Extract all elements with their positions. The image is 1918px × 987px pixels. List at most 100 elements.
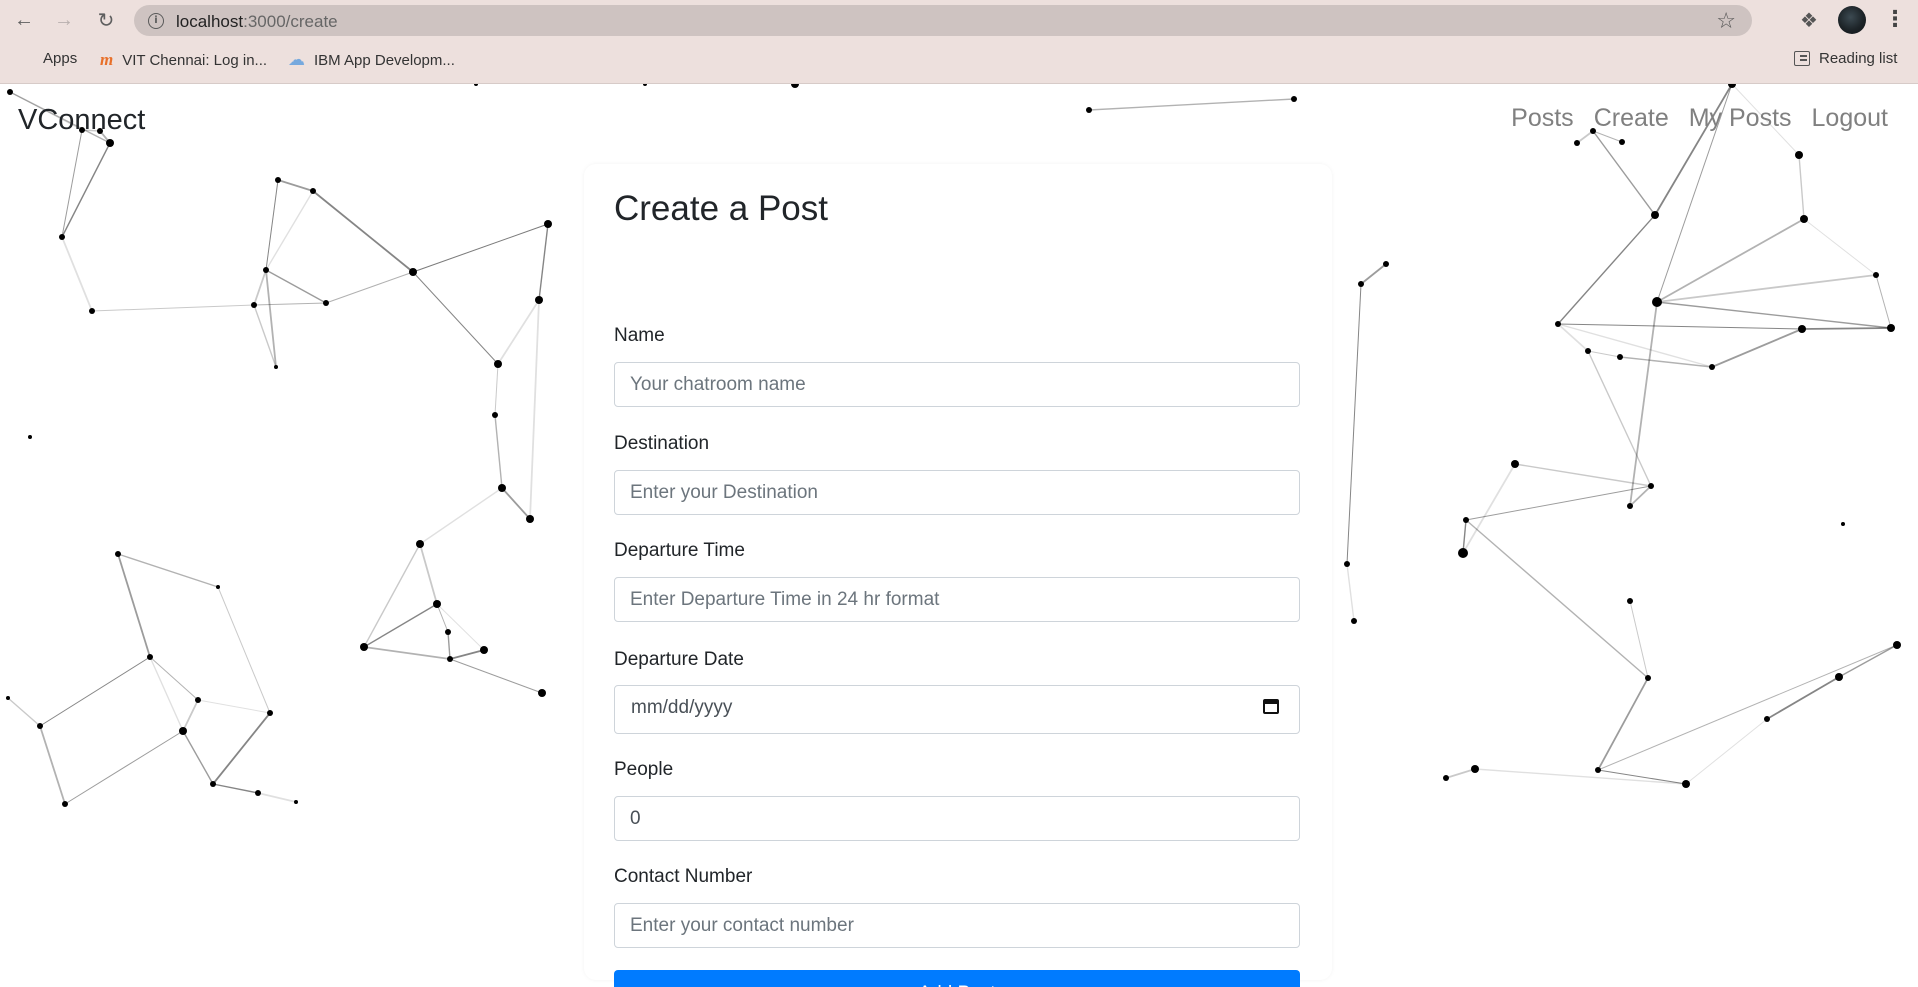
network-node bbox=[115, 551, 121, 557]
network-line bbox=[529, 299, 540, 520]
departure-time-input[interactable] bbox=[614, 577, 1300, 622]
network-line bbox=[1597, 769, 1687, 785]
network-line bbox=[419, 487, 503, 545]
network-node bbox=[294, 800, 298, 804]
forward-icon[interactable]: → bbox=[52, 8, 76, 32]
bookmark-star-icon[interactable]: ☆ bbox=[1716, 8, 1736, 34]
network-node bbox=[195, 697, 201, 703]
network-line bbox=[363, 543, 421, 648]
nav-posts[interactable]: Posts bbox=[1511, 104, 1574, 133]
network-node bbox=[1627, 503, 1633, 509]
page-content: VConnect Posts Create My Posts Logout Cr… bbox=[0, 84, 1918, 987]
url-text[interactable]: localhost:3000/create bbox=[176, 12, 338, 32]
network-node bbox=[1344, 561, 1350, 567]
site-info-icon[interactable]: i bbox=[148, 13, 164, 29]
network-line bbox=[1619, 356, 1713, 368]
network-node bbox=[498, 484, 506, 492]
network-line bbox=[1711, 328, 1803, 368]
network-node bbox=[210, 781, 216, 787]
network-line bbox=[149, 656, 199, 701]
brand-logo[interactable]: VConnect bbox=[18, 104, 145, 137]
network-node bbox=[1648, 483, 1654, 489]
network-node bbox=[447, 656, 453, 662]
contact-label: Contact Number bbox=[614, 866, 753, 887]
network-line bbox=[494, 414, 503, 489]
network-line bbox=[91, 304, 255, 312]
departure-date-input[interactable]: mm/dd/yyyy bbox=[614, 685, 1300, 734]
calendar-icon[interactable] bbox=[1263, 699, 1279, 714]
network-line bbox=[1346, 283, 1362, 565]
network-node bbox=[1383, 261, 1389, 267]
nav-logout[interactable]: Logout bbox=[1812, 104, 1888, 133]
network-node bbox=[275, 177, 281, 183]
extensions-puzzle-icon[interactable]: ❖ bbox=[1800, 8, 1818, 33]
network-node bbox=[535, 296, 543, 304]
network-node bbox=[360, 643, 368, 651]
network-line bbox=[1474, 768, 1687, 785]
network-node bbox=[494, 360, 502, 368]
network-line bbox=[253, 269, 267, 306]
network-node bbox=[216, 585, 220, 589]
network-line bbox=[253, 302, 327, 306]
network-line bbox=[1514, 463, 1652, 487]
network-line bbox=[419, 543, 438, 605]
nav-my-posts[interactable]: My Posts bbox=[1689, 104, 1792, 133]
network-line bbox=[449, 658, 543, 694]
destination-input[interactable] bbox=[614, 470, 1300, 515]
network-line bbox=[497, 299, 540, 365]
network-node bbox=[37, 723, 43, 729]
back-icon[interactable]: ← bbox=[12, 8, 36, 32]
network-node bbox=[1619, 139, 1625, 145]
people-input[interactable] bbox=[614, 796, 1300, 841]
network-node bbox=[1835, 673, 1843, 681]
network-line bbox=[1629, 301, 1658, 507]
network-node bbox=[62, 801, 68, 807]
network-node bbox=[1873, 272, 1879, 278]
nav-create[interactable]: Create bbox=[1594, 104, 1669, 133]
network-line bbox=[363, 646, 451, 660]
network-line bbox=[538, 223, 549, 301]
network-node bbox=[179, 727, 187, 735]
name-input[interactable] bbox=[614, 362, 1300, 407]
network-line bbox=[182, 699, 199, 732]
network-node bbox=[1595, 767, 1601, 773]
network-line bbox=[61, 129, 83, 238]
more-menu-icon[interactable]: ⋮ bbox=[1884, 6, 1906, 32]
browser-toolbar: ← → ↻ i localhost:3000/create ☆ ❖ ⋮ bbox=[0, 0, 1918, 41]
network-node bbox=[89, 308, 95, 314]
network-line bbox=[1445, 768, 1476, 779]
network-line bbox=[212, 783, 259, 794]
add-post-button[interactable]: Add Post bbox=[614, 970, 1300, 987]
network-line bbox=[436, 603, 449, 633]
network-node bbox=[409, 268, 417, 276]
network-node bbox=[1585, 348, 1591, 354]
bookmark-ibm[interactable]: ☁ IBM App Developm... bbox=[288, 50, 455, 70]
network-node bbox=[544, 220, 552, 228]
network-node bbox=[480, 646, 488, 654]
network-line bbox=[1875, 274, 1892, 329]
network-node bbox=[1798, 325, 1806, 333]
network-line bbox=[1803, 218, 1877, 276]
bookmark-apps[interactable]: Apps bbox=[18, 50, 77, 67]
network-line bbox=[1656, 301, 1892, 329]
network-node bbox=[1652, 297, 1662, 307]
contact-input[interactable] bbox=[614, 903, 1300, 948]
network-line bbox=[265, 269, 327, 304]
network-line bbox=[117, 553, 219, 588]
name-label: Name bbox=[614, 325, 665, 346]
reading-list-button[interactable]: Reading list bbox=[1794, 50, 1897, 67]
cloud-icon: ☁ bbox=[288, 50, 305, 69]
reload-icon[interactable]: ↻ bbox=[94, 8, 118, 32]
profile-avatar[interactable] bbox=[1838, 6, 1866, 34]
address-bar[interactable]: i localhost:3000/create ☆ bbox=[134, 5, 1752, 36]
network-line bbox=[1088, 98, 1295, 111]
network-line bbox=[447, 631, 451, 660]
network-node bbox=[323, 300, 329, 306]
network-node bbox=[263, 267, 269, 273]
network-node bbox=[1617, 354, 1623, 360]
bookmark-vit[interactable]: m VIT Chennai: Log in... bbox=[100, 50, 267, 70]
network-line bbox=[212, 712, 271, 785]
network-node bbox=[1627, 598, 1633, 604]
people-label: People bbox=[614, 759, 674, 780]
network-line bbox=[436, 603, 485, 651]
